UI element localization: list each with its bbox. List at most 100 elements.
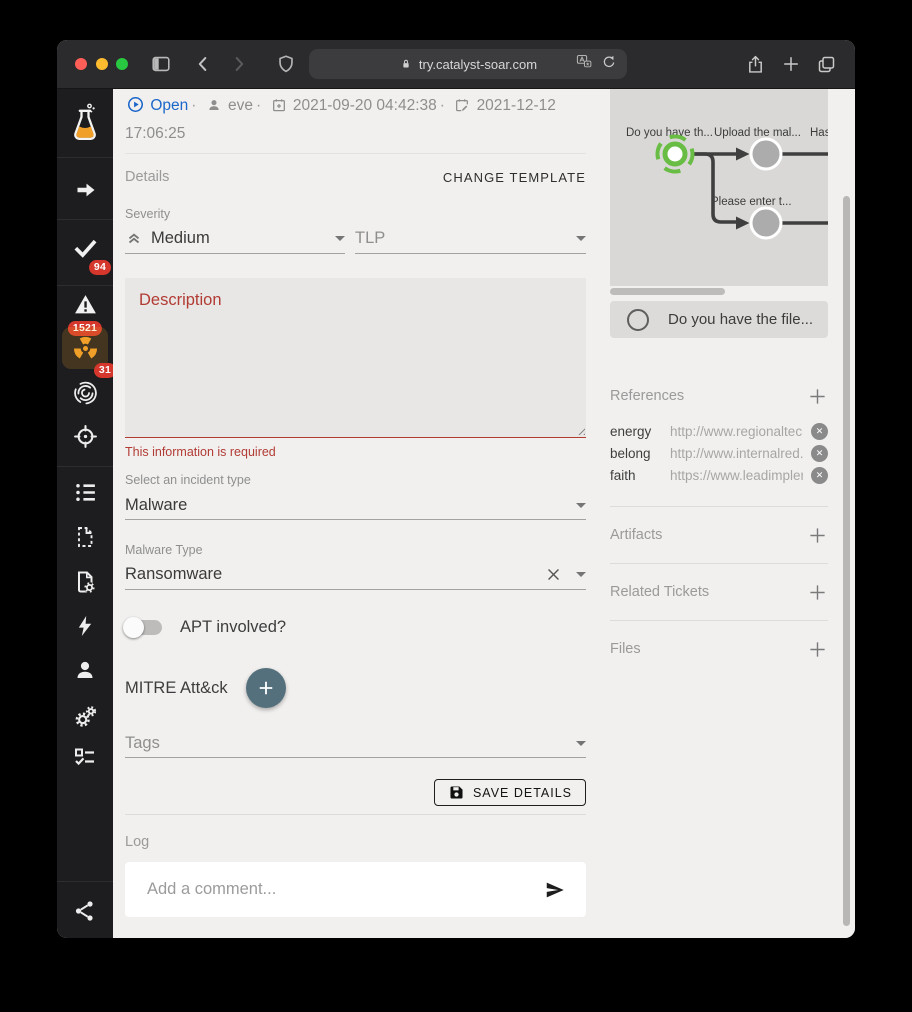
sidebar-divider: [57, 219, 113, 220]
reference-url[interactable]: http://www.regionaltec...: [670, 424, 803, 439]
reference-name: faith: [610, 468, 662, 483]
sidebar-item-automations[interactable]: [65, 606, 105, 646]
check-icon: [73, 236, 98, 261]
send-icon[interactable]: [544, 879, 566, 901]
save-floppy-icon: [448, 784, 465, 801]
sidebar-item-users[interactable]: [65, 650, 105, 690]
apt-toggle[interactable]: [125, 620, 162, 635]
close-window-button[interactable]: [75, 58, 87, 70]
sidebar-item-lists[interactable]: [65, 472, 105, 512]
graph-node-label: Upload the mal...: [714, 127, 801, 139]
sidebar-item-jobs[interactable]: [65, 737, 105, 777]
minimize-window-button[interactable]: [96, 58, 108, 70]
playbook-task-row[interactable]: Do you have the file...: [610, 301, 828, 338]
save-details-label: SAVE DETAILS: [473, 786, 572, 800]
add-artifact-button[interactable]: [806, 524, 828, 546]
app-sidebar: 94 1521 31: [57, 89, 113, 938]
add-related-ticket-button[interactable]: [806, 581, 828, 603]
radiation-icon: [72, 335, 99, 362]
divider: [125, 153, 586, 154]
tab-overview-icon[interactable]: [814, 52, 838, 76]
tags-select[interactable]: Tags: [125, 729, 586, 758]
add-mitre-button[interactable]: [246, 668, 286, 708]
task-label: Do you have the file...: [668, 311, 813, 328]
sidebar-item-playbooks[interactable]: [65, 562, 105, 602]
references-header: References: [610, 383, 828, 409]
malware-type-label: Malware Type: [125, 543, 203, 557]
remove-reference-icon[interactable]: ✕: [811, 423, 828, 440]
person-icon: [73, 658, 97, 682]
incident-type-label: Select an incident type: [125, 473, 251, 487]
remove-reference-icon[interactable]: ✕: [811, 445, 828, 462]
address-bar[interactable]: try.catalyst-soar.com: [309, 49, 627, 79]
severity-value: Medium: [151, 229, 210, 248]
graph-task-node[interactable]: [751, 139, 781, 169]
zoom-window-button[interactable]: [116, 58, 128, 70]
sidebar-divider: [57, 157, 113, 158]
checklist-icon: [73, 745, 97, 769]
incident-type-select[interactable]: Malware: [125, 491, 586, 520]
desktop-background: try.catalyst-soar.com: [0, 0, 912, 1012]
chevron-down-icon: [335, 236, 345, 241]
sidebar-item-forensics[interactable]: [65, 372, 105, 412]
sidebar-item-alerts[interactable]: 1521: [65, 284, 105, 324]
tasks-count-badge: 94: [89, 260, 111, 276]
ticket-status[interactable]: Open: [150, 97, 188, 114]
gears-icon: [73, 704, 98, 729]
tlp-placeholder: TLP: [355, 229, 385, 248]
share-page-icon[interactable]: [743, 52, 767, 76]
add-reference-button[interactable]: [806, 385, 828, 407]
add-file-button[interactable]: [806, 638, 828, 660]
graph-node-label: Do you have th...: [626, 127, 713, 139]
references-title: References: [610, 388, 684, 404]
files-header: Files: [610, 636, 828, 662]
severity-select[interactable]: Medium: [125, 223, 345, 254]
remove-reference-icon[interactable]: ✕: [811, 467, 828, 484]
playbook-graph[interactable]: Do you have th... Upload the mal... Has …: [610, 89, 828, 286]
vertical-scrollbar[interactable]: [843, 196, 850, 926]
translate-icon[interactable]: [576, 53, 593, 75]
reference-url[interactable]: http://www.internalred...: [670, 446, 803, 461]
graph-horizontal-scrollbar[interactable]: [610, 288, 725, 295]
sidebar-item-incidents[interactable]: 31: [62, 327, 108, 369]
toggle-knob[interactable]: [123, 617, 144, 638]
tlp-select[interactable]: TLP: [355, 223, 586, 254]
ticket-page: Open· eve· 2021-09-20 04:42:38· 2021-12-…: [113, 89, 855, 938]
file-dashed-icon: [73, 525, 97, 549]
chevron-down-icon: [576, 572, 586, 577]
save-details-button[interactable]: SAVE DETAILS: [434, 779, 586, 806]
sidebar-item-share[interactable]: [65, 891, 105, 931]
reference-url[interactable]: https://www.leadimpleme...: [670, 468, 803, 483]
calendar-created-icon: [271, 96, 287, 121]
forward-icon[interactable]: [227, 52, 251, 76]
comment-input[interactable]: [145, 879, 532, 900]
sidebar-item-settings[interactable]: [65, 696, 105, 736]
back-icon[interactable]: [191, 52, 215, 76]
sidebar-item-tasks[interactable]: 94: [65, 228, 105, 268]
task-radio-icon[interactable]: [626, 308, 650, 332]
clear-icon[interactable]: [545, 566, 562, 583]
graph-node-label: Has: [810, 127, 828, 139]
malware-type-select[interactable]: Ransomware: [125, 559, 586, 590]
new-tab-icon[interactable]: [779, 52, 803, 76]
apt-row: APT involved?: [125, 613, 586, 641]
malware-type-value: Ransomware: [125, 565, 222, 584]
sidebar-item-dashboard[interactable]: [65, 170, 105, 210]
status-play-circle-icon: [127, 96, 144, 121]
description-textarea[interactable]: [125, 278, 586, 438]
sidebar-item-hunting[interactable]: [65, 416, 105, 456]
reference-name: energy: [610, 424, 662, 439]
privacy-shield-icon[interactable]: [274, 52, 298, 76]
reference-row: faith https://www.leadimpleme... ✕: [610, 464, 828, 486]
lock-icon: [399, 57, 413, 71]
sidebar-item-templates[interactable]: [65, 517, 105, 557]
calendar-modified-icon: [454, 96, 470, 121]
graph-task-node[interactable]: [751, 208, 781, 238]
chevron-down-icon: [576, 741, 586, 746]
change-template-button[interactable]: CHANGE TEMPLATE: [443, 170, 586, 185]
owner-person-icon: [206, 96, 222, 121]
sidebar-toggle-icon[interactable]: [149, 52, 173, 76]
catalyst-flask-logo-icon[interactable]: [65, 103, 105, 143]
reload-icon[interactable]: [601, 54, 617, 75]
reference-row: energy http://www.regionaltec... ✕: [610, 420, 828, 442]
